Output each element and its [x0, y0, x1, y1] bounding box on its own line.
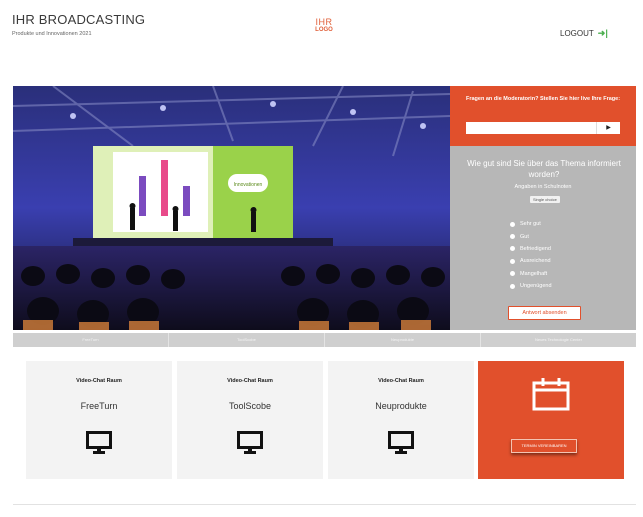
stage-video[interactable]: Innovationen [13, 86, 450, 330]
slide-chart-area [113, 152, 208, 232]
poll-hint: Angaben in Schulnoten [514, 184, 572, 190]
radio-button[interactable] [510, 246, 515, 252]
logout-icon: ➜| [597, 28, 608, 38]
slide-bar [161, 160, 168, 216]
poll-type-badge: Single choice [530, 196, 560, 203]
poll-option[interactable]: Mangelhaft [510, 268, 552, 280]
poll-option[interactable]: Sehr gut [510, 218, 552, 230]
poll-option[interactable]: Ungenügend [510, 280, 552, 292]
video-chat-card-toolscobe[interactable]: Video-Chat Raum ToolScobe [177, 361, 323, 479]
radio-button[interactable] [510, 283, 515, 289]
radio-button[interactable] [510, 221, 515, 227]
poll-options: Sehr gut Gut Befriedigend Ausreichend Ma… [510, 218, 552, 292]
slide-bar [139, 176, 146, 216]
poll-option-label: Sehr gut [520, 221, 541, 228]
poll-option-label: Befriedigend [520, 245, 551, 252]
card-heading: Video-Chat Raum [378, 378, 424, 384]
monitor-icon [237, 431, 263, 454]
poll-option-label: Ungenügend [520, 283, 552, 290]
calendar-icon [532, 378, 570, 411]
monitor-icon [86, 431, 112, 454]
question-label: Fragen an die Moderatorin? Stellen Sie h… [466, 96, 621, 102]
logout-label: LOGOUT [560, 29, 594, 38]
page-subtitle: Produkte und Innovationen 2021 [12, 31, 92, 37]
poll-option-label: Ausreichend [520, 258, 551, 265]
poll-option[interactable]: Gut [510, 230, 552, 242]
play-icon: ▶ [606, 125, 611, 131]
video-chat-cards: Video-Chat Raum FreeTurn Video-Chat Raum… [26, 361, 624, 479]
submit-answer-button[interactable]: Antwort absenden [508, 306, 581, 320]
card-room-name: FreeTurn [80, 401, 118, 411]
tab-freeturn[interactable]: FreeTurn [13, 333, 169, 347]
video-chat-card-freeturn[interactable]: Video-Chat Raum FreeTurn [26, 361, 172, 479]
poll-option-label: Mangelhaft [520, 270, 548, 277]
video-chat-card-neuprodukte[interactable]: Video-Chat Raum Neuprodukte [328, 361, 474, 479]
card-room-name: ToolScobe [228, 401, 272, 411]
poll-option-label: Gut [520, 233, 529, 240]
brand-logo: IHR LOGO [310, 18, 338, 34]
header: IHR BROADCASTING Produkte und Innovation… [0, 0, 643, 60]
poll-option[interactable]: Befriedigend [510, 243, 552, 255]
poll-question: Wie gut sind Sie über das Thema informie… [467, 159, 621, 179]
radio-button[interactable] [510, 271, 515, 277]
appointment-card: TERMIN VEREINBAREN [478, 361, 624, 479]
tab-toolscobe[interactable]: ToolScobe [169, 333, 325, 347]
slide-bar [183, 186, 190, 216]
slide-badge-text: Innovationen [234, 182, 263, 188]
radio-button[interactable] [510, 258, 515, 264]
poll-option[interactable]: Ausreichend [510, 255, 552, 267]
logout-button[interactable]: LOGOUT ➜| [560, 28, 608, 39]
page-title: IHR BROADCASTING [12, 12, 146, 27]
logo-line-2: LOGO [315, 27, 333, 33]
stage-scene: Innovationen [13, 86, 450, 330]
monitor-icon [388, 431, 414, 454]
send-question-button[interactable]: ▶ [596, 122, 620, 134]
room-tabs: FreeTurn ToolScobe Neuprodukte Neues Tec… [13, 333, 636, 347]
tab-technologie-center[interactable]: Neues Technologie Center [481, 333, 636, 347]
footer-divider [13, 504, 636, 505]
book-appointment-button[interactable]: TERMIN VEREINBAREN [511, 439, 577, 453]
interaction-panel: Fragen an die Moderatorin? Stellen Sie h… [450, 86, 636, 330]
card-room-name: Neuprodukte [375, 401, 427, 411]
card-heading: Video-Chat Raum [227, 378, 273, 384]
radio-button[interactable] [510, 234, 515, 240]
question-box: Fragen an die Moderatorin? Stellen Sie h… [450, 86, 636, 146]
tab-neuprodukte[interactable]: Neuprodukte [325, 333, 481, 347]
question-input[interactable] [466, 122, 596, 134]
card-heading: Video-Chat Raum [76, 378, 122, 384]
logo-line-1: IHR [315, 17, 333, 27]
